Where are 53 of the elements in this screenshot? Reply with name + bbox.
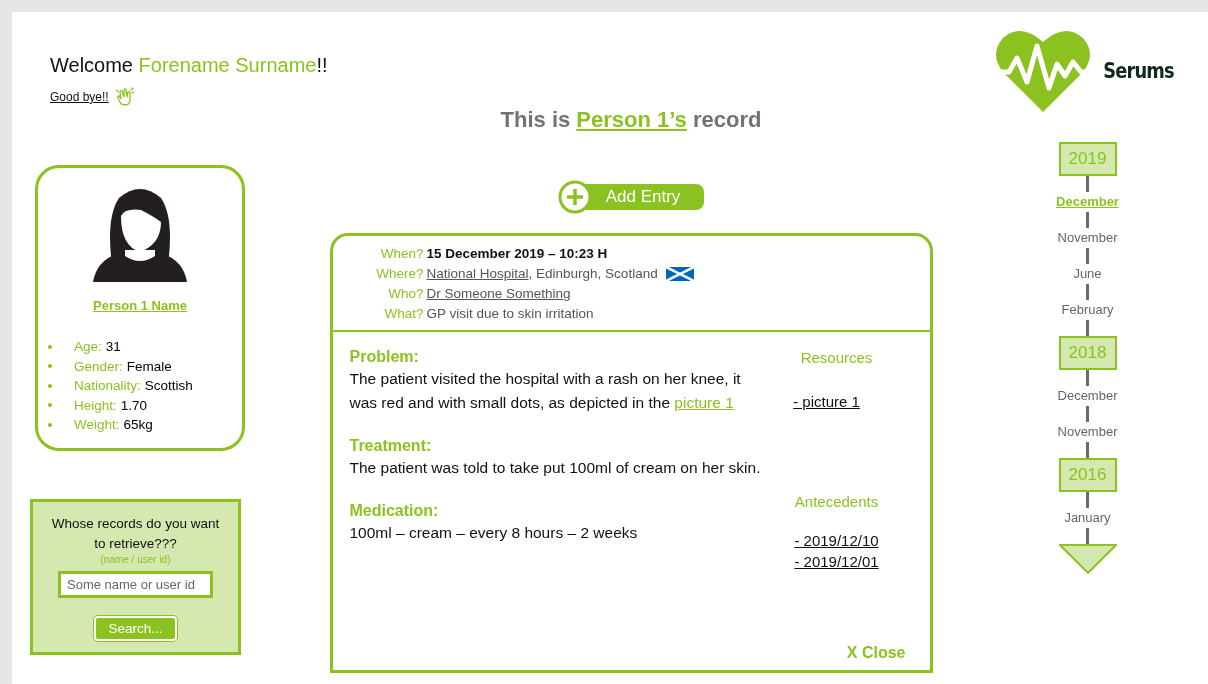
bullet-icon (48, 364, 52, 369)
attribute-value: 1.70 (120, 396, 148, 415)
detail-label: Where? (375, 265, 424, 283)
bullet-icon (48, 403, 52, 408)
attribute-label: Age: (74, 338, 102, 356)
heart-pulse-logo-icon (995, 28, 1091, 114)
bullet-icon (48, 383, 52, 388)
saltire-flag-icon (665, 267, 694, 281)
logout-link[interactable]: Good bye!! (50, 90, 109, 104)
month-link[interactable]: February (1061, 300, 1114, 320)
detail-label: What? (383, 305, 424, 323)
section-heading: Problem: (349, 348, 420, 366)
section-text: 100ml – cream – every 8 hours – 2 weeks (349, 523, 639, 543)
side-link[interactable]: - picture 1 (793, 391, 860, 412)
detail-link[interactable]: National Hospital (426, 266, 529, 281)
attribute-label: Weight: (74, 416, 120, 434)
attribute-label: Gender: (74, 357, 123, 376)
detail-label: Who? (387, 285, 424, 303)
search-prompt: Whose records do you want to retrieve??? (50, 515, 221, 553)
side-link[interactable]: - 2019/12/01 (794, 551, 879, 572)
record-title: This is Person 1’s record (500, 107, 762, 133)
attribute-label: Height: (74, 396, 117, 415)
bullet-icon (48, 422, 52, 427)
attribute-value: Scottish (144, 377, 193, 395)
attribute-value: 31 (105, 338, 121, 356)
section-text: The patient was told to take put 100ml of cream on her skin. (349, 458, 762, 478)
month-link[interactable]: January (1064, 508, 1111, 528)
section-text: The patient visited the hospital with a rash on her knee, it was red and with small dots, as depicted in the picture 1 (349, 369, 742, 413)
detail-label: When? (379, 245, 424, 263)
side-heading: Resources (800, 349, 873, 366)
attribute-label: Nationality: (74, 377, 141, 395)
brand-name: Serums (1103, 59, 1174, 83)
side-heading: Antecedents (794, 493, 879, 510)
month-link[interactable]: December (1057, 386, 1118, 406)
attribute-value: Female (126, 357, 172, 376)
waving-hand-icon (114, 87, 135, 107)
search-field[interactable]: Some name or user id (58, 571, 213, 598)
detail-link[interactable]: Dr Someone Something (426, 286, 571, 301)
section-heading: Treatment: (349, 437, 433, 455)
section-heading: Medication: (349, 502, 440, 520)
down-triangle-icon[interactable] (1058, 544, 1117, 574)
bullet-icon (48, 344, 52, 349)
detail-value: 15 December 2019 – 10:23 H (426, 245, 608, 263)
side-link[interactable]: - 2019/12/10 (794, 530, 879, 551)
plus-icon (557, 180, 592, 214)
detail-value: GP visit due to skin irritation (426, 305, 594, 323)
welcome-heading: Welcome Forename Surname!! (50, 54, 328, 77)
search-hint: (name / user id) (100, 554, 171, 565)
month-link[interactable]: November (1057, 228, 1118, 248)
month-link[interactable]: June (1073, 264, 1102, 284)
detail-value: National Hospital, Edinburgh, Scotland (426, 265, 658, 283)
attribute-value: 65kg (123, 416, 153, 434)
month-link[interactable]: November (1057, 422, 1118, 442)
